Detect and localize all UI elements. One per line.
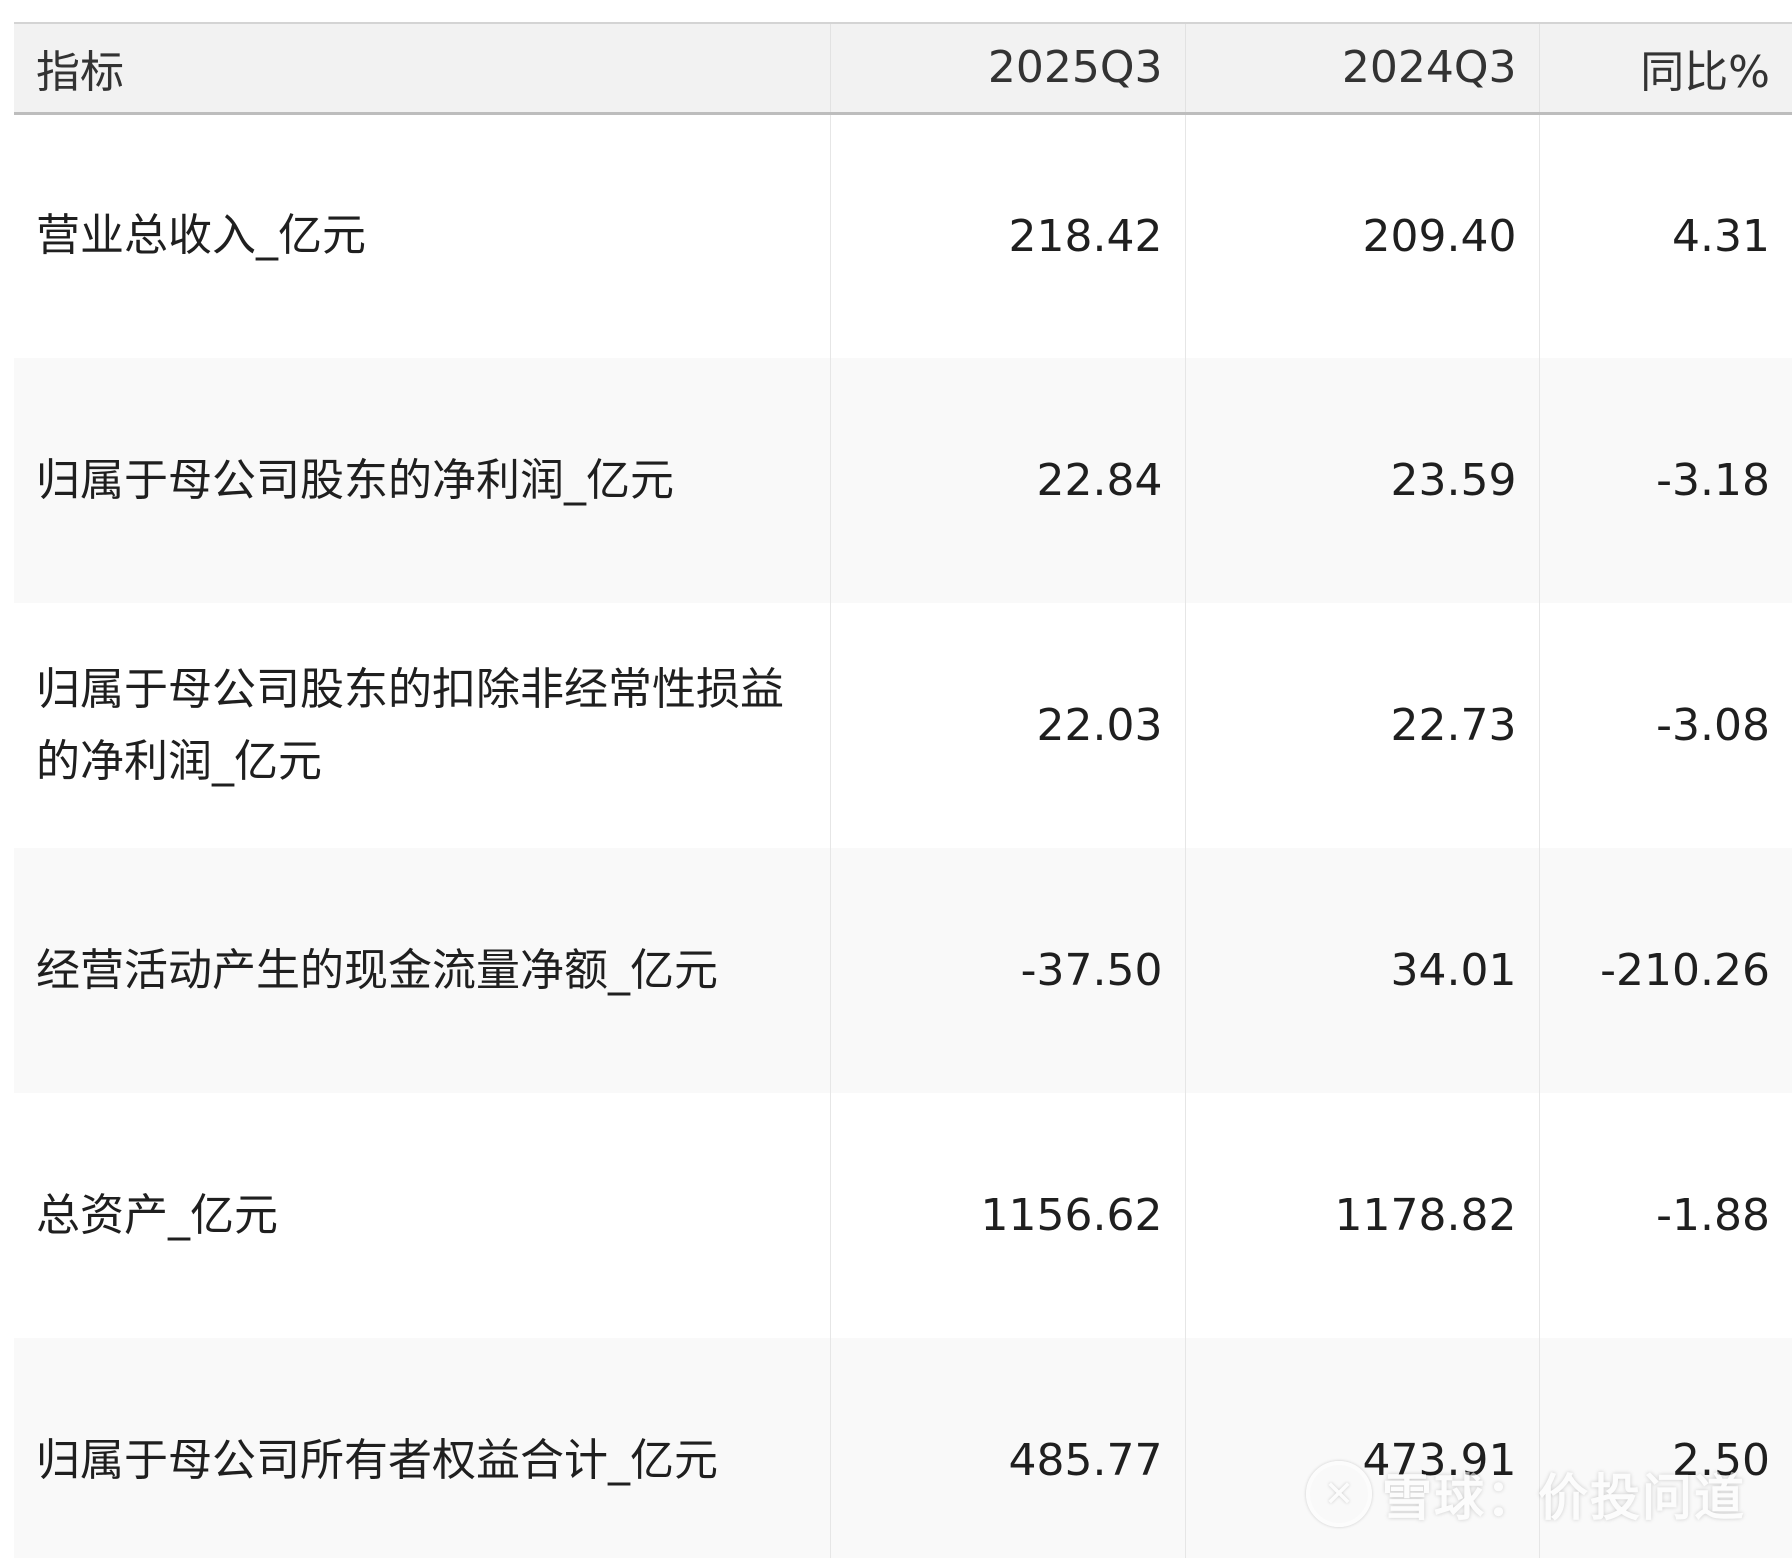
header-2025q3: 2025Q3 xyxy=(830,22,1186,115)
current-value-cell: 22.84 xyxy=(830,358,1186,603)
current-value-cell: 22.03 xyxy=(830,603,1186,848)
yoy-value-cell: -3.08 xyxy=(1539,603,1792,848)
table-row: 归属于母公司股东的扣除非经常性损益的净利润_亿元 22.03 22.73 -3.… xyxy=(14,603,1792,848)
table-row: 归属于母公司所有者权益合计_亿元 485.77 473.91 2.50 xyxy=(14,1338,1792,1558)
previous-value-cell: 1178.82 xyxy=(1185,1093,1540,1338)
table-row: 营业总收入_亿元 218.42 209.40 4.31 xyxy=(14,113,1792,358)
previous-value-cell: 22.73 xyxy=(1185,603,1540,848)
current-value-cell: -37.50 xyxy=(830,848,1186,1093)
financial-metrics-table: 指标 2025Q3 2024Q3 同比% 营业总收入_亿元 218.42 209… xyxy=(14,22,1792,1558)
metric-cell: 经营活动产生的现金流量净额_亿元 xyxy=(14,848,831,1093)
table-header: 指标 2025Q3 2024Q3 同比% xyxy=(14,22,1792,115)
previous-value-cell: 34.01 xyxy=(1185,848,1540,1093)
yoy-value-cell: -3.18 xyxy=(1539,358,1792,603)
metric-cell: 归属于母公司股东的扣除非经常性损益的净利润_亿元 xyxy=(14,603,831,848)
table-row: 经营活动产生的现金流量净额_亿元 -37.50 34.01 -210.26 xyxy=(14,848,1792,1093)
previous-value-cell: 473.91 xyxy=(1185,1338,1540,1558)
yoy-value-cell: 4.31 xyxy=(1539,113,1792,358)
header-row: 指标 2025Q3 2024Q3 同比% xyxy=(14,22,1792,115)
yoy-value-cell: -210.26 xyxy=(1539,848,1792,1093)
previous-value-cell: 23.59 xyxy=(1185,358,1540,603)
header-yoy: 同比% xyxy=(1539,22,1792,115)
metric-cell: 归属于母公司股东的净利润_亿元 xyxy=(14,358,831,603)
previous-value-cell: 209.40 xyxy=(1185,113,1540,358)
current-value-cell: 485.77 xyxy=(830,1338,1186,1558)
metric-cell: 营业总收入_亿元 xyxy=(14,113,831,358)
metric-cell: 归属于母公司所有者权益合计_亿元 xyxy=(14,1338,831,1558)
table-row: 归属于母公司股东的净利润_亿元 22.84 23.59 -3.18 xyxy=(14,358,1792,603)
yoy-value-cell: 2.50 xyxy=(1539,1338,1792,1558)
yoy-value-cell: -1.88 xyxy=(1539,1093,1792,1338)
table-row: 总资产_亿元 1156.62 1178.82 -1.88 xyxy=(14,1093,1792,1338)
current-value-cell: 218.42 xyxy=(830,113,1186,358)
financial-table-container: 指标 2025Q3 2024Q3 同比% 营业总收入_亿元 218.42 209… xyxy=(14,22,1792,1558)
header-metric: 指标 xyxy=(14,22,831,115)
current-value-cell: 1156.62 xyxy=(830,1093,1186,1338)
table-body: 营业总收入_亿元 218.42 209.40 4.31 归属于母公司股东的净利润… xyxy=(14,113,1792,1558)
header-2024q3: 2024Q3 xyxy=(1185,22,1540,115)
metric-cell: 总资产_亿元 xyxy=(14,1093,831,1338)
